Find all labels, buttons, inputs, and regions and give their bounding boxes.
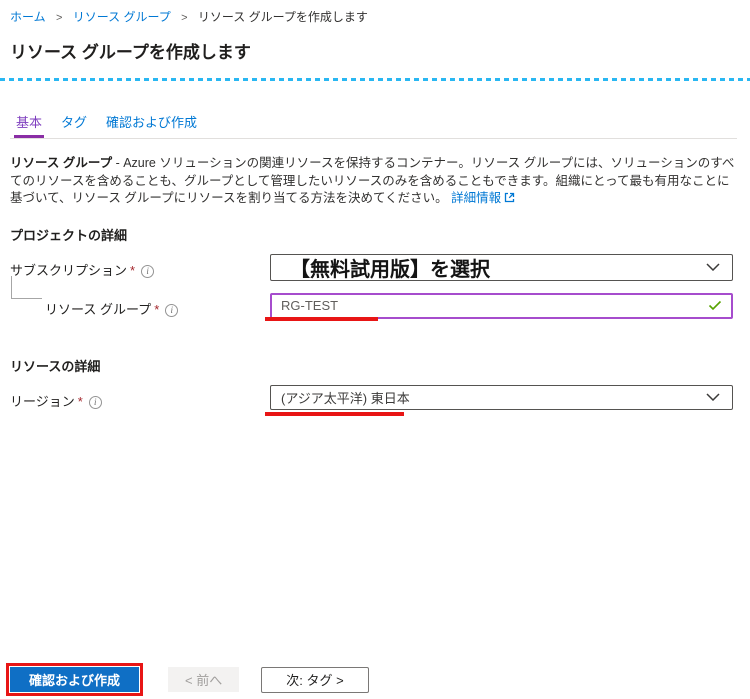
subscription-value: 【無料試用版】を選択	[290, 258, 490, 281]
dashed-divider	[0, 78, 750, 81]
description-body: - Azure ソリューションの関連リソースを保持するコンテナー。リソース グル…	[10, 156, 735, 205]
info-icon[interactable]: i	[141, 264, 155, 278]
breadcrumb-resource-groups[interactable]: リソース グループ	[73, 10, 171, 24]
description: リソース グループ - Azure ソリューションの関連リソースを保持するコンテ…	[10, 155, 737, 208]
region-label: リージョン	[10, 393, 75, 409]
learn-more-link[interactable]: 詳細情報	[451, 191, 501, 205]
annotation-underline-red	[265, 411, 404, 416]
required-asterisk: *	[130, 262, 136, 278]
region-value: (アジア太平洋) 東日本	[281, 390, 410, 406]
annotation-box-red: 確認および作成	[6, 663, 144, 696]
required-asterisk: *	[77, 393, 83, 409]
region-label-cell: リージョン * i	[10, 385, 270, 410]
page-title: リソース グループを作成します	[10, 43, 251, 62]
region-row: リージョン * i (アジア太平洋) 東日本	[10, 384, 737, 416]
info-icon[interactable]: i	[165, 303, 179, 317]
chevron-down-icon	[706, 393, 720, 401]
required-asterisk: *	[154, 301, 160, 317]
previous-button[interactable]: < 前へ	[168, 667, 240, 692]
tab-review-create[interactable]: 確認および作成	[104, 110, 199, 138]
breadcrumb-home[interactable]: ホーム	[10, 10, 46, 24]
external-link-icon	[504, 192, 515, 203]
review-create-button[interactable]: 確認および作成	[10, 667, 140, 692]
resource-group-label: リソース グループ	[45, 301, 152, 317]
resource-group-input[interactable]: RG-TEST	[270, 292, 733, 319]
next-tags-button[interactable]: 次: タグ >	[261, 666, 369, 693]
tab-basics[interactable]: 基本	[14, 110, 45, 138]
breadcrumb-separator: >	[181, 12, 188, 24]
breadcrumb-separator: >	[55, 12, 63, 24]
annotation-underline-red	[265, 316, 378, 321]
footer-actions: 確認および作成 < 前へ 次: タグ >	[6, 663, 369, 696]
create-resource-group-page: ホーム > リソース グループ > リソース グループを作成します リソース グ…	[0, 0, 750, 696]
project-details-form: サブスクリプション * i 【無料試用版】を選択 リソース グループ * i RG-TE…	[10, 253, 737, 321]
description-lead: リソース グループ	[10, 156, 113, 170]
subscription-row: サブスクリプション * i 【無料試用版】を選択	[10, 253, 737, 281]
subscription-dropdown[interactable]: 【無料試用版】を選択	[270, 253, 733, 281]
resource-group-row: リソース グループ * i RG-TEST	[10, 292, 737, 321]
breadcrumb: ホーム > リソース グループ > リソース グループを作成します	[0, 0, 750, 25]
info-icon[interactable]: i	[88, 395, 102, 409]
region-dropdown[interactable]: (アジア太平洋) 東日本	[270, 384, 733, 410]
subscription-field-cell: 【無料試用版】を選択	[270, 253, 733, 281]
breadcrumb-current: リソース グループを作成します	[197, 10, 368, 24]
resource-group-value: RG-TEST	[281, 298, 339, 313]
section-project-details: プロジェクトの詳細	[10, 227, 128, 243]
label-connector-line	[11, 275, 42, 299]
valid-check-icon	[708, 300, 722, 311]
resource-details-form: リージョン * i (アジア太平洋) 東日本	[10, 384, 737, 416]
tab-bar: 基本 タグ 確認および作成	[10, 110, 737, 139]
resource-group-field-cell: RG-TEST	[265, 292, 733, 321]
subscription-label-cell: サブスクリプション * i	[10, 254, 270, 279]
section-resource-details: リソースの詳細	[10, 358, 101, 374]
chevron-down-icon	[706, 263, 720, 271]
resource-group-label-cell: リソース グループ * i	[10, 293, 270, 318]
region-field-cell: (アジア太平洋) 東日本	[265, 384, 733, 416]
tab-tags[interactable]: タグ	[59, 110, 89, 138]
